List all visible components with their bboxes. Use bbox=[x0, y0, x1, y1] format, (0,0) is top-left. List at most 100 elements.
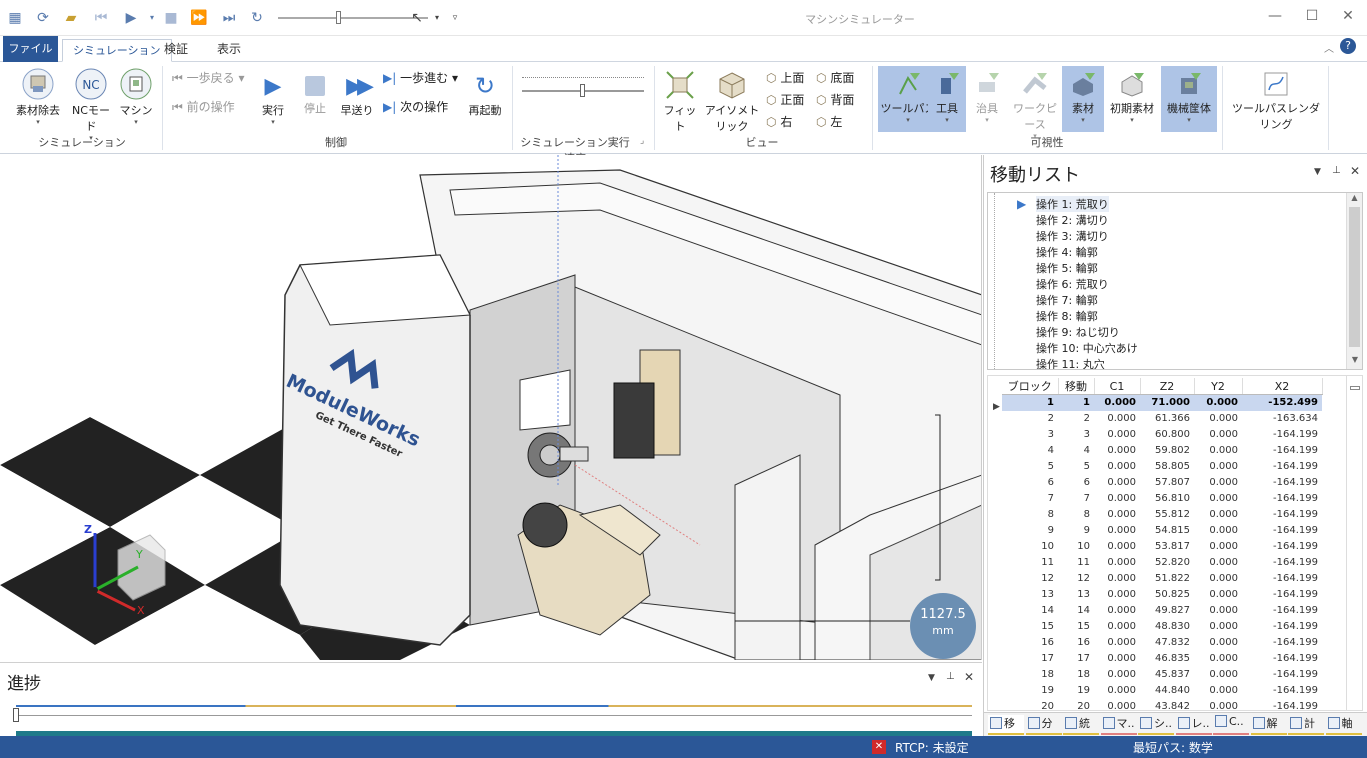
fast-forward-button[interactable]: ▶▶ 早送り bbox=[337, 74, 377, 118]
machine-button[interactable]: マシン ▾ bbox=[116, 68, 156, 126]
panel-tab[interactable]: レ.. bbox=[1175, 715, 1212, 735]
table-row[interactable]: 5 5 0.000 58.805 0.000 -164.199 bbox=[1002, 459, 1322, 475]
tool-toggle[interactable]: 工具 ▾ bbox=[928, 66, 966, 132]
stop-button[interactable]: 停止 bbox=[298, 74, 332, 116]
panel-tab[interactable]: 計 bbox=[1288, 715, 1324, 735]
scroll-thumb[interactable] bbox=[1349, 207, 1360, 347]
move-grid[interactable]: ▶ ブロック 移動 C1 Z2 Y2 X2 1 1 0.000 71.000 0.000… bbox=[987, 375, 1363, 711]
panel-tab[interactable]: シ.. bbox=[1138, 715, 1174, 735]
panel-tab[interactable]: 解 bbox=[1250, 715, 1287, 735]
maximize-icon[interactable]: ☐ bbox=[1302, 8, 1322, 26]
operation-item[interactable]: 操作 5: 輪郭 bbox=[1036, 260, 1098, 276]
skip-back-icon[interactable]: ⏮ bbox=[92, 9, 110, 27]
table-row[interactable]: 11 11 0.000 52.820 0.000 -164.199 bbox=[1002, 555, 1322, 571]
view-back-button[interactable]: ⬡ 背面 bbox=[816, 91, 854, 108]
grid-scroll-thumb[interactable] bbox=[1350, 386, 1360, 390]
table-row[interactable]: 12 12 0.000 51.822 0.000 -164.199 bbox=[1002, 571, 1322, 587]
table-row[interactable]: 1 1 0.000 71.000 0.000 -152.499 bbox=[1002, 394, 1322, 411]
table-row[interactable]: 17 17 0.000 46.835 0.000 -164.199 bbox=[1002, 651, 1322, 667]
operation-item[interactable]: 操作 11: 丸穴 bbox=[1036, 356, 1105, 369]
restart-icon[interactable]: ↻ bbox=[248, 9, 266, 27]
3d-viewport[interactable]: ModuleWorks Get There Faster 1127.5 mm Z… bbox=[0, 155, 982, 660]
column-header[interactable]: X2 bbox=[1242, 378, 1323, 395]
refresh-icon[interactable]: ⟳ bbox=[34, 9, 52, 27]
table-row[interactable]: 6 6 0.000 57.807 0.000 -164.199 bbox=[1002, 475, 1322, 491]
view-bottom-button[interactable]: ⬡ 底面 bbox=[816, 69, 854, 86]
step-forward-button[interactable]: ▶| 一歩進む ▾ bbox=[383, 69, 458, 86]
table-row[interactable]: 20 20 0.000 43.842 0.000 -164.199 bbox=[1002, 699, 1322, 710]
table-row[interactable]: 8 8 0.000 55.812 0.000 -164.199 bbox=[1002, 507, 1322, 523]
stock-toggle[interactable]: 素材 ▾ bbox=[1062, 66, 1104, 132]
speed-thumb[interactable] bbox=[580, 84, 585, 97]
operation-item[interactable]: 操作 2: 溝切り bbox=[1036, 212, 1109, 228]
restart-button[interactable]: ↻ 再起動 bbox=[462, 74, 508, 118]
pin-icon[interactable]: ⊥ bbox=[946, 671, 955, 682]
toolpath-rendering-button[interactable]: ツールパスレンダリング bbox=[1228, 70, 1324, 132]
nc-mode-button[interactable]: NC NCモード ▾ bbox=[68, 68, 114, 142]
table-row[interactable]: 14 14 0.000 49.827 0.000 -164.199 bbox=[1002, 603, 1322, 619]
skip-end-icon[interactable]: ⏭ bbox=[220, 9, 238, 27]
speed-slider[interactable] bbox=[278, 11, 428, 24]
progress-track[interactable] bbox=[16, 715, 972, 716]
close-icon[interactable]: ✕ bbox=[1350, 164, 1360, 178]
initial-stock-toggle[interactable]: 初期素材 ▾ bbox=[1106, 70, 1158, 124]
operation-tree[interactable]: ▶ 操作 1: 荒取り 操作 2: 溝切り 操作 3: 溝切り 操作 4: 輪郭… bbox=[987, 192, 1363, 370]
progress-thumb[interactable] bbox=[13, 708, 19, 722]
operation-item[interactable]: 操作 9: ねじ切り bbox=[1036, 324, 1120, 340]
play-icon[interactable]: ▶ bbox=[122, 9, 140, 27]
operation-item[interactable]: 操作 3: 溝切り bbox=[1036, 228, 1109, 244]
view-front-button[interactable]: ⬡ 正面 bbox=[766, 91, 804, 108]
table-row[interactable]: 19 19 0.000 44.840 0.000 -164.199 bbox=[1002, 683, 1322, 699]
table-row[interactable]: 4 4 0.000 59.802 0.000 -164.199 bbox=[1002, 443, 1322, 459]
operation-item[interactable]: 操作 7: 輪郭 bbox=[1036, 292, 1098, 308]
panel-tab[interactable]: 分 bbox=[1025, 715, 1062, 735]
column-header[interactable]: C1 bbox=[1094, 378, 1141, 395]
view-right-button[interactable]: ⬡ 右 bbox=[766, 113, 792, 130]
scroll-down-icon[interactable]: ▼ bbox=[1347, 355, 1363, 364]
table-row[interactable]: 16 16 0.000 47.832 0.000 -164.199 bbox=[1002, 635, 1322, 651]
tab-view[interactable]: 表示 bbox=[207, 39, 251, 62]
table-row[interactable]: 3 3 0.000 60.800 0.000 -164.199 bbox=[1002, 427, 1322, 443]
view-left-button[interactable]: ⬡ 左 bbox=[816, 113, 842, 130]
stop-icon[interactable]: ■ bbox=[162, 9, 180, 27]
material-removal-button[interactable]: 素材除去 ▾ bbox=[10, 68, 66, 126]
machine-housing-toggle[interactable]: 機械筐体 ▾ bbox=[1161, 66, 1217, 132]
panel-tab[interactable]: 軸 bbox=[1325, 715, 1362, 735]
column-header[interactable]: Z2 bbox=[1140, 378, 1195, 395]
open-folder-icon[interactable]: ▰ bbox=[62, 9, 80, 27]
tab-verify[interactable]: 検証 bbox=[154, 39, 198, 62]
help-icon[interactable]: ? bbox=[1340, 38, 1356, 54]
step-back-button[interactable]: ⏮ 一歩戻る ▾ bbox=[172, 69, 244, 86]
panel-menu-icon[interactable]: ▼ bbox=[928, 673, 935, 683]
run-button[interactable]: ▶ 実行 ▾ bbox=[256, 74, 290, 126]
table-row[interactable]: 13 13 0.000 50.825 0.000 -164.199 bbox=[1002, 587, 1322, 603]
chevron-down-icon[interactable]: ▾ bbox=[143, 9, 161, 27]
table-row[interactable]: 2 2 0.000 61.366 0.000 -163.634 bbox=[1002, 411, 1322, 427]
column-header[interactable]: 移動 bbox=[1058, 378, 1095, 395]
chevron-down-icon[interactable]: ▾ bbox=[428, 9, 446, 27]
tree-scrollbar[interactable]: ▲ ▼ bbox=[1346, 193, 1362, 369]
operation-item[interactable]: 操作 1: 荒取り bbox=[1036, 196, 1109, 212]
table-row[interactable]: 10 10 0.000 53.817 0.000 -164.199 bbox=[1002, 539, 1322, 555]
table-row[interactable]: 15 15 0.000 48.830 0.000 -164.199 bbox=[1002, 619, 1322, 635]
minimize-icon[interactable]: — bbox=[1265, 8, 1285, 26]
table-row[interactable]: 9 9 0.000 54.815 0.000 -164.199 bbox=[1002, 523, 1322, 539]
fixture-toggle[interactable]: 治具 ▾ bbox=[970, 70, 1004, 124]
fast-forward-icon[interactable]: ⏩ bbox=[190, 9, 208, 27]
prev-op-button[interactable]: ⏮ 前の操作 bbox=[172, 98, 235, 115]
pin-icon[interactable]: ⊥ bbox=[1332, 165, 1341, 176]
operation-item[interactable]: 操作 8: 輪郭 bbox=[1036, 308, 1098, 324]
close-icon[interactable]: ✕ bbox=[964, 670, 974, 684]
panel-menu-icon[interactable]: ▼ bbox=[1314, 167, 1321, 177]
customize-icon[interactable]: ▿ bbox=[446, 9, 464, 27]
panel-tab[interactable]: C.. bbox=[1213, 715, 1249, 735]
isometric-button[interactable]: アイソメトリック bbox=[700, 70, 764, 134]
view-top-button[interactable]: ⬡ 上面 bbox=[766, 69, 804, 86]
panel-tab[interactable]: マ.. bbox=[1100, 715, 1137, 735]
fit-button[interactable]: フィット bbox=[662, 70, 698, 134]
cursor-icon[interactable]: ↖ bbox=[408, 9, 426, 27]
collapse-ribbon-icon[interactable]: ︿ bbox=[1324, 40, 1334, 55]
close-icon[interactable]: ✕ bbox=[1338, 8, 1358, 26]
column-header[interactable]: ブロック bbox=[1002, 378, 1059, 395]
operation-item[interactable]: 操作 6: 荒取り bbox=[1036, 276, 1109, 292]
